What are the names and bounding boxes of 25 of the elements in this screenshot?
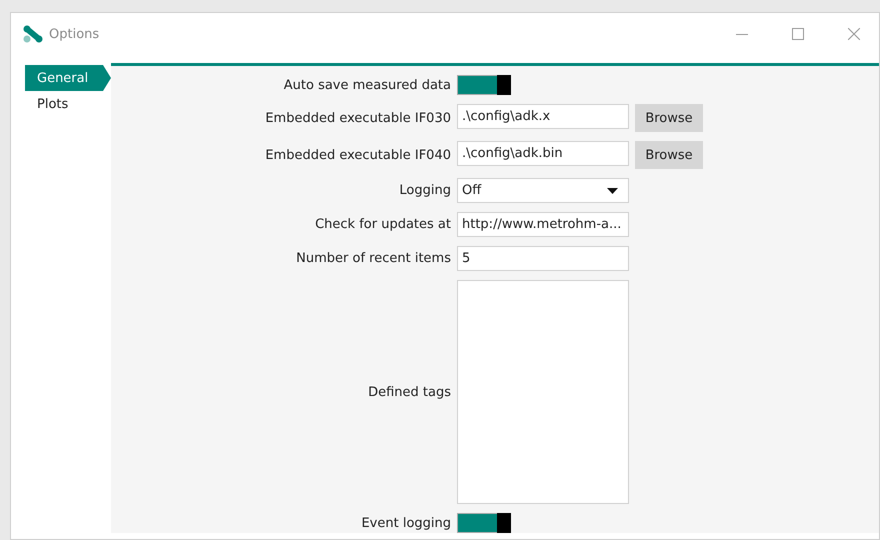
- toggle-switch[interactable]: [457, 513, 511, 533]
- app-logo-icon: [23, 25, 43, 43]
- path-field[interactable]: .\config\adk.x: [457, 104, 629, 129]
- browse-button[interactable]: Browse: [635, 141, 703, 169]
- sidebar-tab[interactable]: Plots: [25, 91, 111, 117]
- input-field[interactable]: http://www.metrohm-a...: [457, 212, 629, 237]
- field-label: Event logging: [361, 516, 451, 530]
- maximize-icon[interactable]: [792, 28, 804, 40]
- close-icon[interactable]: [848, 28, 860, 40]
- caret-icon: [607, 188, 618, 194]
- field-label: Check for updates at: [315, 217, 451, 232]
- logging-dropdown[interactable]: Off: [457, 178, 629, 203]
- field-label: Auto save measured data: [284, 78, 451, 92]
- input-field[interactable]: 5: [457, 246, 629, 271]
- browse-button[interactable]: Browse: [635, 104, 703, 132]
- field-label: Logging: [399, 183, 451, 198]
- tags-text-area[interactable]: [457, 280, 629, 504]
- field-label: Defined tags: [368, 384, 451, 400]
- sidebar-tab[interactable]: General: [25, 65, 111, 91]
- path-field[interactable]: .\config\adk.bin: [457, 141, 629, 166]
- field-label: Embedded executable IF030: [265, 110, 451, 126]
- window-title: Options: [49, 26, 100, 42]
- field-label: Embedded executable IF040: [265, 148, 451, 162]
- toggle-switch[interactable]: [457, 75, 511, 95]
- field-label: Number of recent items: [296, 251, 451, 266]
